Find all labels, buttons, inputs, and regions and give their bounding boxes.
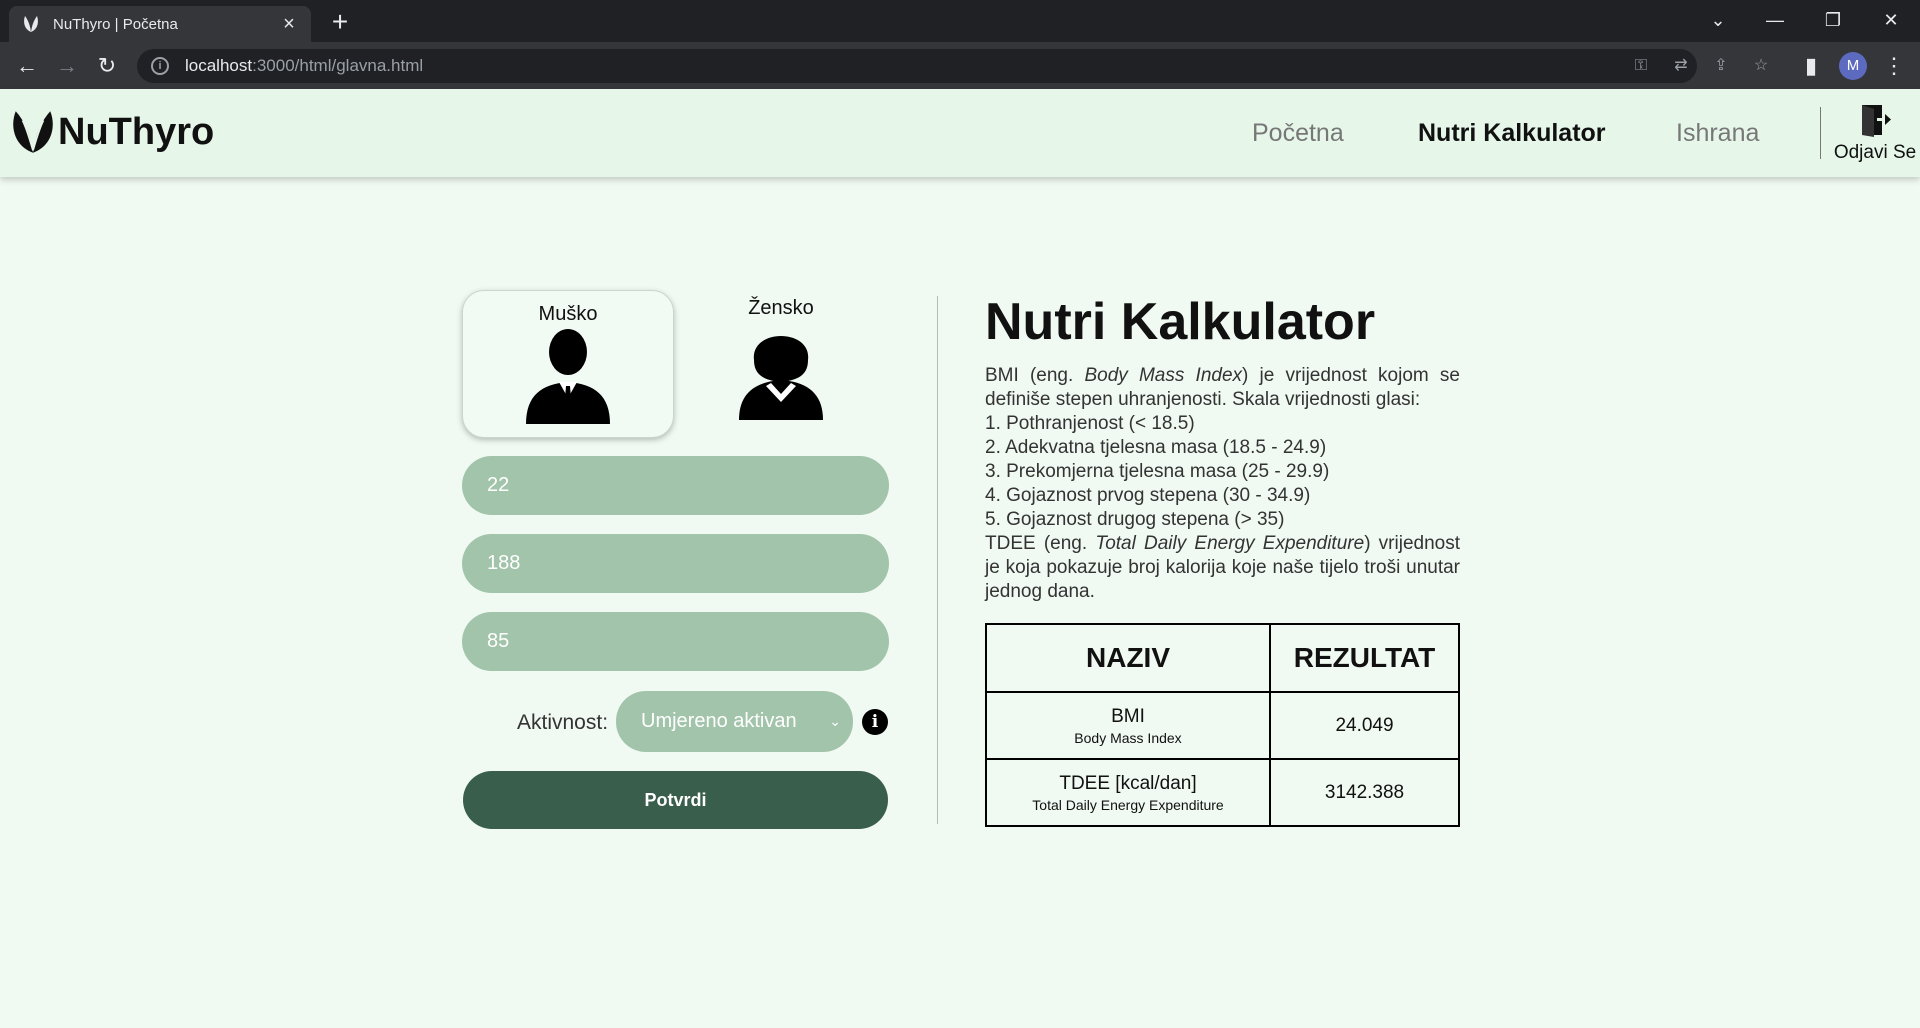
activity-selected-value: Umjereno aktivan [641, 710, 797, 732]
calculator-description: BMI (eng. Body Mass Index) je vrijednost… [985, 364, 1460, 604]
bmi-scale-item: 2. Adekvatna tjelesna masa (18.5 - 24.9) [985, 437, 1327, 458]
reload-icon[interactable]: ↻ [93, 52, 121, 80]
logout-button[interactable]: Odjavi Se [1830, 103, 1920, 164]
browser-tab[interactable]: NuThyro | Početna × [9, 6, 311, 42]
table-header-row: NAZIV REZULTAT [985, 623, 1460, 693]
site-logo[interactable]: NuThyro [10, 109, 214, 155]
site-header: NuThyro Početna Nutri Kalkulator Ishrana… [0, 89, 1920, 177]
minimize-icon[interactable]: — [1760, 6, 1790, 34]
browser-menu-icon[interactable]: ⋮ [1880, 52, 1908, 80]
table-cell-name: TDEE [kcal/dan] Total Daily Energy Expen… [985, 758, 1271, 827]
age-input[interactable]: 22 [462, 456, 889, 515]
nav-pocetna[interactable]: Početna [1252, 119, 1344, 148]
activity-select[interactable]: Umjereno aktivan ⌄ [616, 691, 853, 752]
key-icon[interactable]: ⚿ [1632, 57, 1650, 75]
new-tab-icon[interactable]: + [326, 8, 354, 36]
gender-male-label: Muško [538, 303, 598, 325]
weight-input[interactable]: 85 [462, 612, 889, 671]
logout-door-icon [1862, 105, 1891, 137]
leaf-logo-icon [13, 111, 53, 153]
nav-divider [1820, 107, 1821, 159]
forward-icon[interactable]: → [53, 52, 81, 80]
translate-icon[interactable]: ⇄ [1672, 57, 1690, 75]
profile-avatar[interactable]: M [1839, 52, 1867, 80]
height-input[interactable]: 188 [462, 534, 889, 593]
column-divider [937, 296, 938, 824]
back-icon[interactable]: ← [13, 52, 41, 80]
nav-nutri-kalkulator[interactable]: Nutri Kalkulator [1418, 119, 1606, 148]
browser-toolbar: ← → ↻ i localhost:3000/html/glavna.html … [0, 42, 1920, 89]
bmi-scale-item: 4. Gojaznost prvog stepena (30 - 34.9) [985, 485, 1311, 506]
gender-male-option[interactable]: Muško [462, 290, 674, 438]
bmi-description: BMI (eng. Body Mass Index) je vrijednost… [985, 365, 1460, 410]
bmi-scale-item: 3. Prekomjerna tjelesna masa (25 - 29.9) [985, 461, 1330, 482]
gender-female-option[interactable]: Žensko [675, 290, 887, 438]
url-path: :3000/html/glavna.html [252, 56, 424, 75]
table-row: TDEE [kcal/dan] Total Daily Energy Expen… [985, 758, 1460, 827]
nav-ishrana[interactable]: Ishrana [1676, 119, 1759, 148]
page-title: Nutri Kalkulator [985, 293, 1376, 351]
info-icon[interactable]: i [862, 709, 888, 735]
activity-label: Aktivnost: [517, 711, 609, 734]
bookmark-star-icon[interactable]: ☆ [1752, 57, 1770, 75]
chevron-down-icon: ⌄ [829, 713, 841, 729]
table-row: BMI Body Mass Index 24.049 [985, 691, 1460, 760]
address-bar[interactable]: i localhost:3000/html/glavna.html ⚿ ⇄ ⇪ … [137, 49, 1768, 83]
bmi-scale-item: 1. Pothranjenost (< 18.5) [985, 413, 1195, 434]
tab-title: NuThyro | Početna [53, 15, 178, 33]
browser-tab-strip: NuThyro | Početna × + ⌄ — ❐ ✕ [0, 0, 1920, 42]
submit-button[interactable]: Potvrdi [463, 771, 888, 829]
male-avatar-icon [526, 329, 610, 424]
female-avatar-icon [739, 336, 823, 420]
table-cell-name: BMI Body Mass Index [985, 691, 1271, 760]
share-icon[interactable]: ⇪ [1712, 57, 1730, 75]
column-header-naziv: NAZIV [985, 623, 1271, 693]
bmi-scale-item: 5. Gojaznost drugog stepena (> 35) [985, 509, 1285, 530]
site-info-icon[interactable]: i [151, 57, 169, 75]
results-table: NAZIV REZULTAT BMI Body Mass Index 24.04… [985, 623, 1460, 827]
url-host: localhost [185, 56, 253, 75]
tdee-description: TDEE (eng. Total Daily Energy Expenditur… [985, 533, 1461, 602]
gender-female-label: Žensko [748, 297, 814, 319]
tab-close-icon[interactable]: × [279, 13, 299, 36]
table-cell-value: 3142.388 [1269, 758, 1460, 827]
logo-text: NuThyro [58, 110, 215, 153]
tab-search-icon[interactable]: ⌄ [1703, 6, 1733, 34]
close-window-icon[interactable]: ✕ [1876, 6, 1906, 34]
restore-icon[interactable]: ❐ [1818, 6, 1848, 34]
logout-label: Odjavi Se [1833, 142, 1917, 163]
table-cell-value: 24.049 [1269, 691, 1460, 760]
side-panel-icon[interactable]: ▮ [1797, 52, 1825, 80]
column-header-rezultat: REZULTAT [1269, 623, 1460, 693]
nuthyro-favicon-icon [24, 16, 38, 32]
